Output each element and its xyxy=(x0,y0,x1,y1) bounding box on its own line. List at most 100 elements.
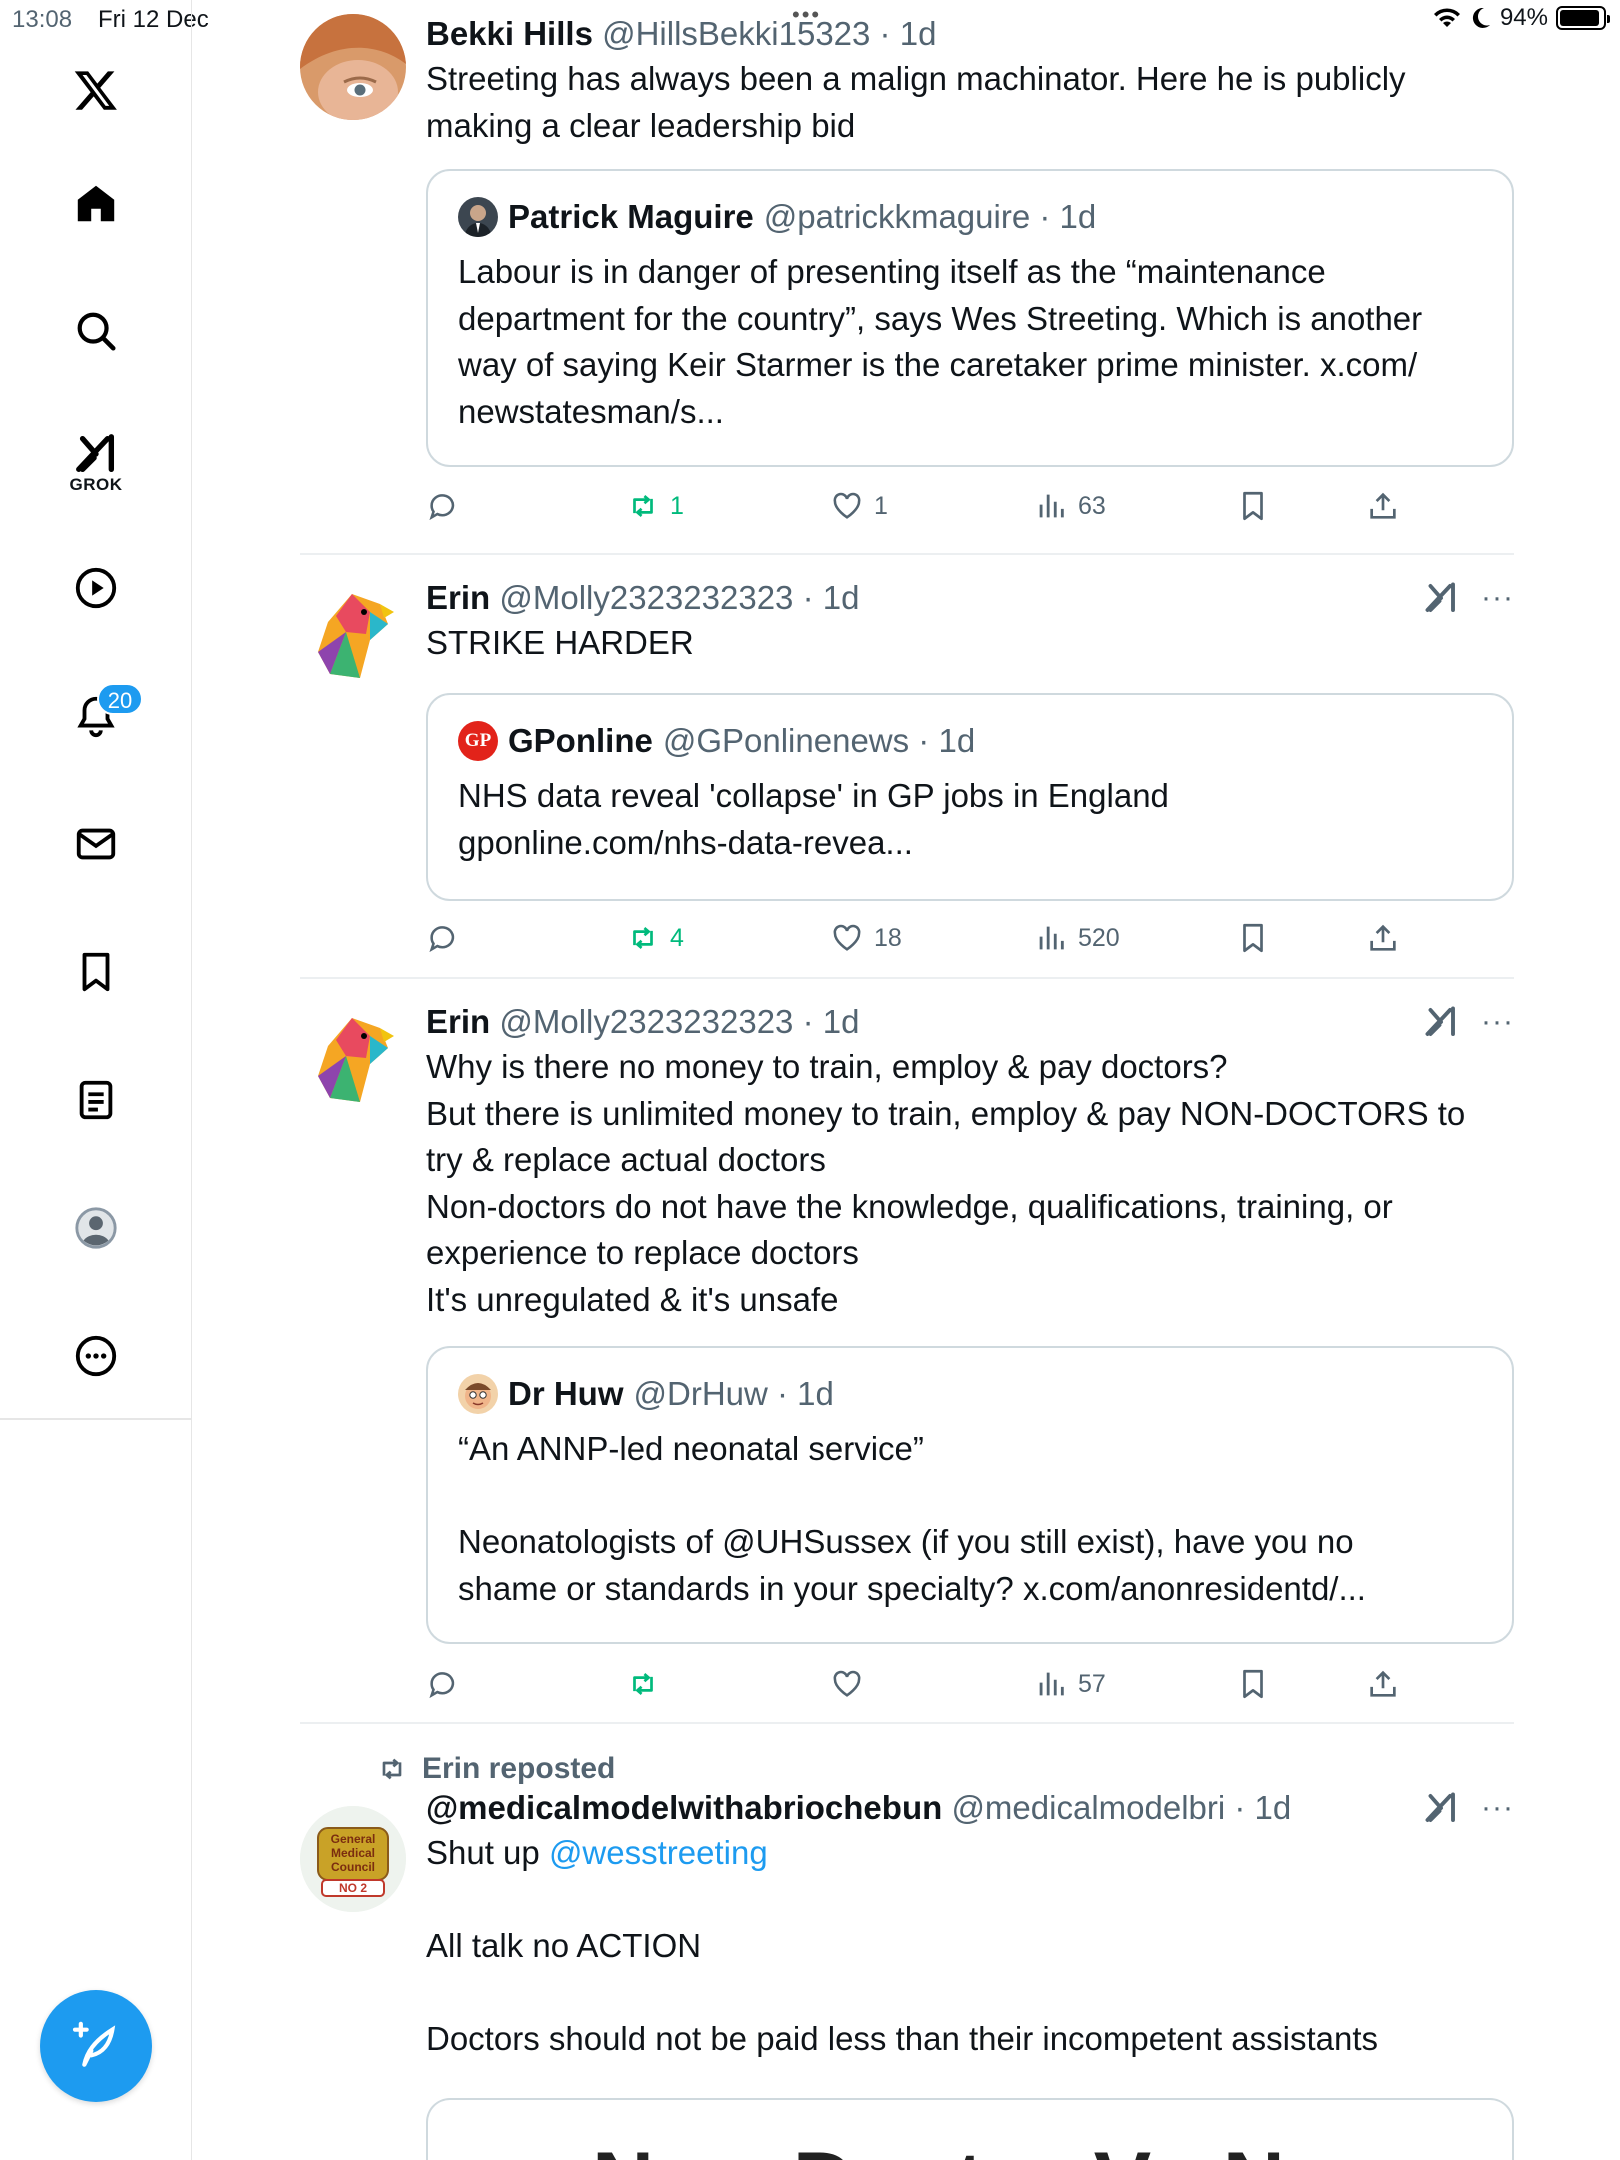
avatar[interactable] xyxy=(300,582,406,688)
separator-dot: · xyxy=(793,1003,823,1040)
tweet-body: Bekki Hills @HillsBekki15323 · 1d Street… xyxy=(426,12,1514,149)
avatar[interactable] xyxy=(300,14,406,120)
author-handle[interactable]: @HillsBekki15323 xyxy=(602,15,870,52)
tweet[interactable]: Bekki Hills @HillsBekki15323 · 1d Street… xyxy=(300,12,1514,542)
repost-button[interactable]: 1 xyxy=(626,484,684,528)
quote-tweet[interactable]: Dr Huw @DrHuw · 1d “An ANNP-led neonatal… xyxy=(426,1346,1514,1644)
quote-author-handle: @GPonlinenews xyxy=(662,722,910,759)
lists-icon[interactable] xyxy=(70,1074,122,1126)
author-name[interactable]: Bekki Hills xyxy=(426,15,593,52)
quote-tweet[interactable]: GP GPonline @GPonlinenews · 1d NHS data … xyxy=(426,693,1514,901)
tweet-text-prefix: Shut up xyxy=(426,1834,549,1871)
share-button[interactable] xyxy=(1366,1662,1400,1706)
author-name[interactable]: Erin xyxy=(426,1003,490,1040)
reply-button[interactable] xyxy=(426,484,470,528)
repost-label: Erin reposted xyxy=(422,1752,616,1785)
quote-author-name: Patrick Maguire xyxy=(508,198,754,235)
compose-button[interactable] xyxy=(40,1990,152,2102)
like-count: 18 xyxy=(874,923,902,952)
author-name[interactable]: @medicalmodelwithabriochebun xyxy=(426,1789,942,1826)
grok-explain-icon[interactable] xyxy=(1423,1004,1459,1040)
repost-button[interactable]: 4 xyxy=(626,916,684,960)
like-button[interactable]: 1 xyxy=(830,484,888,528)
share-icon xyxy=(1370,492,1396,519)
views-icon xyxy=(1039,494,1064,518)
reply-icon xyxy=(429,494,455,521)
notifications-badge: 20 xyxy=(97,683,143,715)
tweet-corner: ··· xyxy=(1423,1000,1514,1044)
x-logo-icon[interactable] xyxy=(70,64,122,116)
heart-icon xyxy=(833,492,861,519)
messages-icon[interactable] xyxy=(70,818,122,870)
grok-explain-icon[interactable] xyxy=(1423,580,1459,616)
tweet-corner: ··· xyxy=(1423,1786,1514,1830)
share-button[interactable] xyxy=(1366,916,1400,960)
views-button[interactable]: 63 xyxy=(1034,484,1106,528)
separator-dot: · xyxy=(767,1375,798,1412)
tweet-divider xyxy=(300,1722,1514,1724)
tweet-time[interactable]: 1d xyxy=(900,15,937,52)
share-button[interactable] xyxy=(1366,484,1400,528)
separator-dot: · xyxy=(1030,198,1060,235)
quote-author-handle: @DrHuw xyxy=(633,1375,768,1412)
repost-icon xyxy=(633,495,653,517)
search-icon[interactable] xyxy=(70,305,122,357)
repost-button[interactable] xyxy=(626,1662,670,1706)
media-card[interactable]: New Doctor Vs New xyxy=(426,2098,1514,2160)
tweet-divider xyxy=(300,553,1514,555)
quote-avatar: GP xyxy=(458,721,498,761)
avatar[interactable]: General Medical Council NO 2 xyxy=(300,1806,406,1912)
compose-feather-icon xyxy=(72,2021,116,2067)
author-handle[interactable]: @medicalmodelbri xyxy=(951,1789,1225,1826)
bookmarks-icon[interactable] xyxy=(70,946,122,998)
quote-avatar-text: GP xyxy=(464,730,492,751)
author-handle[interactable]: @Molly2323232323 xyxy=(499,1003,793,1040)
profile-icon[interactable] xyxy=(70,1202,122,1254)
video-icon[interactable] xyxy=(70,562,122,614)
heart-icon xyxy=(833,924,861,951)
quote-time: 1d xyxy=(797,1375,834,1412)
reply-button[interactable] xyxy=(426,916,470,960)
like-button[interactable]: 18 xyxy=(830,916,902,960)
tweet-header: @medicalmodelwithabriochebun @medicalmod… xyxy=(426,1786,1514,1830)
quote-tweet[interactable]: Patrick Maguire @patrickkmaguire · 1d La… xyxy=(426,169,1514,467)
tweet-time[interactable]: 1d xyxy=(823,1003,860,1040)
home-icon[interactable] xyxy=(70,178,122,230)
mention-link[interactable]: @wesstreeting xyxy=(549,1834,768,1871)
repost-indicator[interactable]: Erin reposted xyxy=(376,1752,615,1786)
bookmark-button[interactable] xyxy=(1236,1662,1270,1706)
grok-explain-icon[interactable] xyxy=(1423,1790,1459,1826)
avatar[interactable] xyxy=(300,1006,406,1112)
views-count: 57 xyxy=(1078,1669,1106,1698)
quote-author-name: Dr Huw xyxy=(508,1375,624,1412)
bookmark-button[interactable] xyxy=(1236,484,1270,528)
views-button[interactable]: 57 xyxy=(1034,1662,1106,1706)
more-icon[interactable] xyxy=(70,1330,122,1382)
more-options-icon[interactable]: ··· xyxy=(1481,1786,1514,1830)
tweet-time[interactable]: 1d xyxy=(823,579,860,616)
author-name[interactable]: Erin xyxy=(426,579,490,616)
quote-text: “An ANNP-led neonatal service” Neonatolo… xyxy=(458,1430,1366,1607)
bookmark-button[interactable] xyxy=(1236,916,1270,960)
tweet[interactable]: Erin @Molly2323232323 · 1d ··· STRIKE HA… xyxy=(300,576,1514,976)
grok-icon[interactable] xyxy=(70,428,122,480)
repost-icon xyxy=(633,1673,653,1695)
quote-avatar xyxy=(458,197,498,237)
tweet-text: Streeting has always been a malign machi… xyxy=(426,60,1406,144)
tweet-time[interactable]: 1d xyxy=(1255,1789,1292,1826)
bookmark-icon xyxy=(1243,491,1263,521)
tweet-corner: ··· xyxy=(1423,576,1514,620)
more-options-icon[interactable]: ··· xyxy=(1481,1000,1514,1044)
quote-text: NHS data reveal 'collapse' in GP jobs in… xyxy=(458,777,1169,861)
share-icon xyxy=(1370,924,1396,951)
more-options-icon[interactable]: ··· xyxy=(1481,576,1514,620)
views-button[interactable]: 520 xyxy=(1034,916,1120,960)
tweet[interactable]: Erin @Molly2323232323 · 1d ··· Why is th… xyxy=(300,1000,1514,1700)
tweet-header: Erin @Molly2323232323 · 1d ··· xyxy=(426,1000,1514,1044)
views-icon xyxy=(1039,1672,1064,1696)
reply-button[interactable] xyxy=(426,1662,470,1706)
quote-avatar xyxy=(458,1374,498,1414)
author-handle[interactable]: @Molly2323232323 xyxy=(499,579,793,616)
like-button[interactable] xyxy=(830,1662,874,1706)
sidebar-divider xyxy=(0,1418,192,1420)
